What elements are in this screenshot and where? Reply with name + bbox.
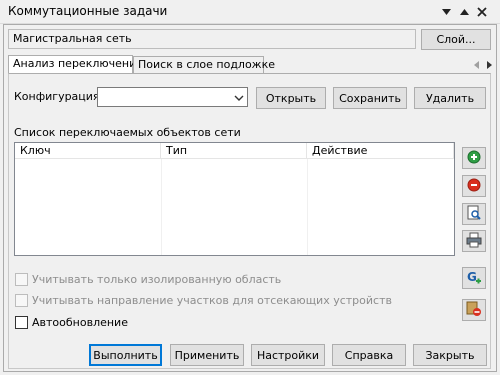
save-button[interactable]: Сохранить xyxy=(333,87,407,109)
autoupdate-checkbox[interactable] xyxy=(15,316,28,329)
layer-field: Магистральная сеть xyxy=(8,29,416,49)
close-button[interactable]: Закрыть xyxy=(413,344,487,366)
add-row-button[interactable] xyxy=(462,147,486,169)
tab-scroll-right-icon[interactable] xyxy=(482,57,496,73)
configuration-label: Конфигурация: xyxy=(14,90,104,103)
tab-switching-analysis[interactable]: Анализ переключений xyxy=(8,55,143,74)
layer-remove-icon xyxy=(466,301,482,320)
column-header-type[interactable]: Тип xyxy=(161,143,307,159)
settings-button[interactable]: Настройки xyxy=(251,344,325,366)
graph-add-button[interactable]: G xyxy=(462,267,486,289)
column-header-key[interactable]: Ключ xyxy=(15,143,161,159)
chevron-down-icon[interactable] xyxy=(234,92,244,105)
svg-text:G: G xyxy=(467,270,477,284)
help-button[interactable]: Справка xyxy=(332,344,406,366)
tab-underlay-search[interactable]: Поиск в слое подложке xyxy=(133,56,275,74)
delete-button[interactable]: Удалить xyxy=(414,87,486,109)
print-icon xyxy=(466,232,482,251)
list-label: Список переключаемых объектов сети xyxy=(14,126,241,139)
title-bar: Коммутационные задачи xyxy=(0,0,500,24)
isolated-area-checkbox[interactable] xyxy=(15,273,28,286)
layer-button[interactable]: Слой... xyxy=(421,29,491,50)
direction-label: Учитывать направление участков для отсек… xyxy=(32,294,392,307)
autoupdate-label: Автообновление xyxy=(32,316,128,329)
dropdown-menu-icon[interactable] xyxy=(438,4,454,20)
remove-icon xyxy=(467,178,481,195)
column-divider xyxy=(307,159,308,255)
configuration-combo[interactable] xyxy=(97,87,248,107)
tab-scroll-left-icon[interactable] xyxy=(469,57,483,73)
print-button[interactable] xyxy=(462,230,486,252)
graph-add-icon: G xyxy=(466,269,482,288)
zoom-to-icon xyxy=(466,205,482,224)
isolated-area-label: Учитывать только изолированную область xyxy=(32,273,282,286)
close-icon[interactable] xyxy=(474,4,490,20)
pin-icon[interactable] xyxy=(456,4,472,20)
apply-button[interactable]: Применить xyxy=(170,344,244,366)
column-header-action[interactable]: Действие xyxy=(307,143,454,159)
direction-checkbox[interactable] xyxy=(15,294,28,307)
column-divider xyxy=(161,159,162,255)
remove-row-button[interactable] xyxy=(462,175,486,197)
add-icon xyxy=(467,150,481,167)
zoom-to-button[interactable] xyxy=(462,203,486,225)
layer-remove-button[interactable] xyxy=(462,299,486,321)
window-title: Коммутационные задачи xyxy=(8,4,168,18)
open-button[interactable]: Открыть xyxy=(256,87,326,109)
run-button[interactable]: Выполнить xyxy=(89,344,162,366)
switch-objects-list[interactable]: Ключ Тип Действие xyxy=(14,142,455,256)
